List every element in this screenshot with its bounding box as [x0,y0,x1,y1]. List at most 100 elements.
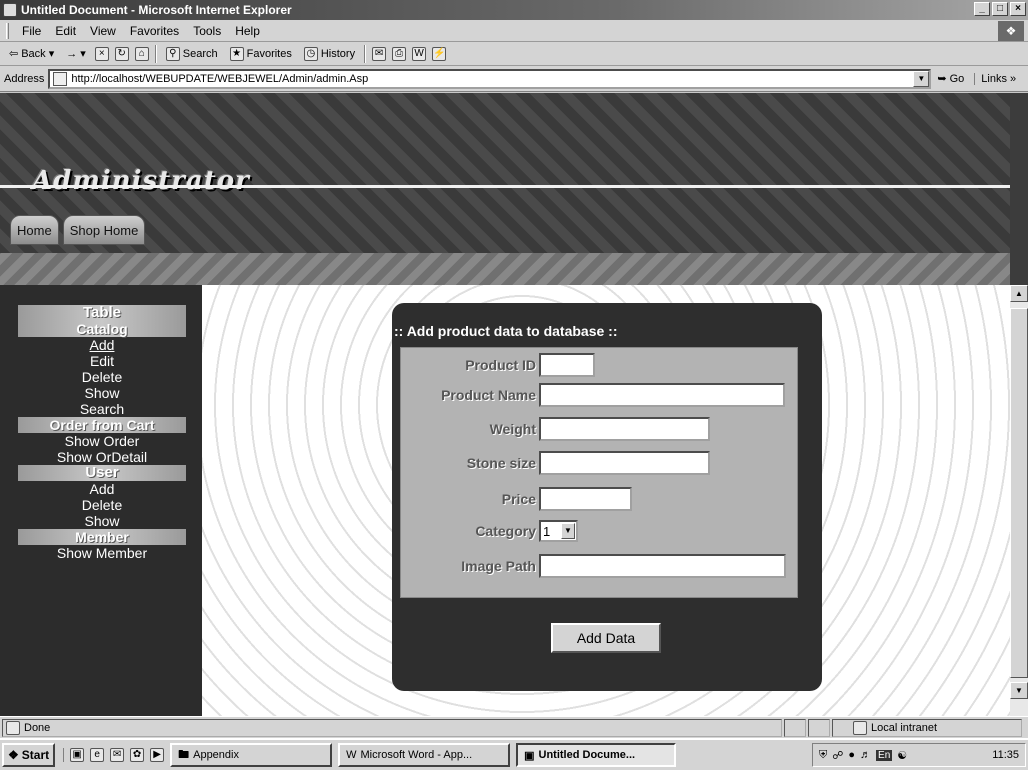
sidebar-item-catalog-search[interactable]: Search [18,401,186,417]
tray-network-icon[interactable]: ☍ [832,749,843,762]
tray-volume-icon[interactable]: ♬ [860,749,871,761]
home-icon[interactable]: ⌂ [134,46,149,61]
add-data-button[interactable]: Add Data [551,623,661,653]
menu-help[interactable]: Help [228,24,267,38]
quick-launch: ▣ e ✉ ✿ ▶ [63,748,165,762]
weight-input[interactable] [539,417,710,441]
sidebar-item-show-member[interactable]: Show Member [18,545,186,561]
image-path-input[interactable] [539,554,786,578]
vertical-scrollbar[interactable]: ▲ ▼ [1010,285,1028,716]
status-cell [784,718,806,737]
status-bar: Done Local intranet [0,716,1028,738]
ie-quicklaunch-icon[interactable]: e [90,748,105,762]
price-input[interactable] [539,487,632,511]
sidebar-item-user-show[interactable]: Show [18,513,186,529]
channels-icon[interactable]: ✿ [130,748,145,762]
history-label: History [320,47,356,60]
task-ie-label: Untitled Docume... [538,749,636,761]
category-select[interactable]: 1 ▼ [539,520,578,542]
search-icon: ⚲ [165,46,180,61]
close-button[interactable]: × [1010,2,1026,16]
forward-arrow-icon: → [66,47,78,60]
task-ie[interactable]: ▣ Untitled Docume... [516,743,677,767]
word-edit-icon[interactable]: W [412,46,427,61]
media-player-icon[interactable]: ▶ [150,748,165,762]
history-button[interactable]: ◷ History [301,46,358,61]
sidebar-heading-catalog: Catalog [18,321,186,337]
tab-home[interactable]: Home [10,215,59,245]
task-appendix[interactable]: 🖿 Appendix [170,743,333,767]
messenger-icon[interactable]: ⚡ [432,46,447,61]
sidebar-item-show-order[interactable]: Show Order [18,433,186,449]
maximize-button[interactable]: □ [992,2,1008,16]
category-row: Category 1 ▼ [401,517,799,545]
task-word-label: Microsoft Word - App... [360,749,473,761]
scroll-thumb[interactable] [1010,308,1028,678]
print-icon[interactable]: ⎙ [392,46,407,61]
sidebar-item-show-ordetail[interactable]: Show OrDetail [18,449,186,465]
sidebar-heading-user: User [18,465,186,481]
start-button[interactable]: ❖ Start [2,743,56,767]
product-name-label: Product Name [441,387,536,403]
ie-app-icon [3,3,17,17]
tray-language-badge[interactable]: En [876,749,893,761]
tray-app-icon[interactable]: ☯ [897,749,907,762]
product-id-input[interactable] [539,353,595,377]
menu-bar: File Edit View Favorites Tools Help ❖ [0,20,1028,42]
tray-shield-icon[interactable]: ⛨ [819,749,827,762]
product-id-label: Product ID [465,357,536,373]
history-icon: ◷ [303,46,318,61]
tab-shop-home[interactable]: Shop Home [62,215,146,245]
address-label: Address [4,72,45,85]
menu-favorites[interactable]: Favorites [123,24,186,38]
refresh-icon[interactable]: ↻ [114,46,129,61]
scroll-down-icon[interactable]: ▼ [1010,682,1028,699]
minimize-button[interactable]: _ [974,2,990,16]
intranet-icon [853,720,867,735]
task-word[interactable]: W Microsoft Word - App... [338,743,511,767]
page-edge-strip [1010,93,1028,285]
task-appendix-label: Appendix [193,749,239,761]
sidebar-item-catalog-add[interactable]: Add [18,337,186,353]
links-button[interactable]: Links » [974,72,1016,85]
tray-record-icon[interactable]: ● [848,749,855,761]
menu-view[interactable]: View [83,24,123,38]
address-input[interactable]: http://localhost/WEBUPDATE/WEBJEWEL/Admi… [48,68,932,89]
add-product-panel: :: Add product data to database :: Produ… [392,303,822,691]
stop-icon[interactable]: × [94,46,109,61]
sidebar-item-user-add[interactable]: Add [18,481,186,497]
chevron-down-icon: ▼ [561,523,575,539]
scroll-up-icon[interactable]: ▲ [1010,285,1028,302]
sidebar-item-catalog-show[interactable]: Show [18,385,186,401]
toolbar-separator [154,44,157,63]
site-header: Administrator Home Shop Home [0,93,1010,285]
menu-file[interactable]: File [15,24,48,38]
product-name-row: Product Name [401,381,799,409]
mail-icon[interactable]: ✉ [372,46,387,61]
menu-tools[interactable]: Tools [186,24,228,38]
window-title-bar: Untitled Document - Microsoft Internet E… [0,0,1028,20]
outlook-icon[interactable]: ✉ [110,748,125,762]
sidebar-item-user-delete[interactable]: Delete [18,497,186,513]
windows-flag-icon: ❖ [8,748,19,762]
forward-button[interactable]: → ▾ [63,47,89,61]
search-button[interactable]: ⚲ Search [163,46,221,61]
back-button[interactable]: ⇦ Back ▾ [6,47,57,61]
main-content: :: Add product data to database :: Produ… [202,285,1010,716]
go-button[interactable]: ➥ Go [937,72,964,86]
menu-edit[interactable]: Edit [48,24,83,38]
address-dropdown-icon[interactable]: ▼ [913,70,930,87]
window-title: Untitled Document - Microsoft Internet E… [21,3,292,17]
show-desktop-icon[interactable]: ▣ [70,748,85,762]
product-name-input[interactable] [539,383,785,407]
sidebar-item-catalog-delete[interactable]: Delete [18,369,186,385]
header-divider [0,185,1010,188]
page-icon [53,71,68,86]
favorites-button[interactable]: ★ Favorites [227,46,295,61]
category-label: Category [475,523,536,539]
stone-size-label: Stone size [466,455,536,471]
stone-size-input[interactable] [539,451,710,475]
ie-page-icon: ▣ [524,749,535,762]
sidebar-item-catalog-edit[interactable]: Edit [18,353,186,369]
window-controls: _ □ × [974,2,1026,16]
